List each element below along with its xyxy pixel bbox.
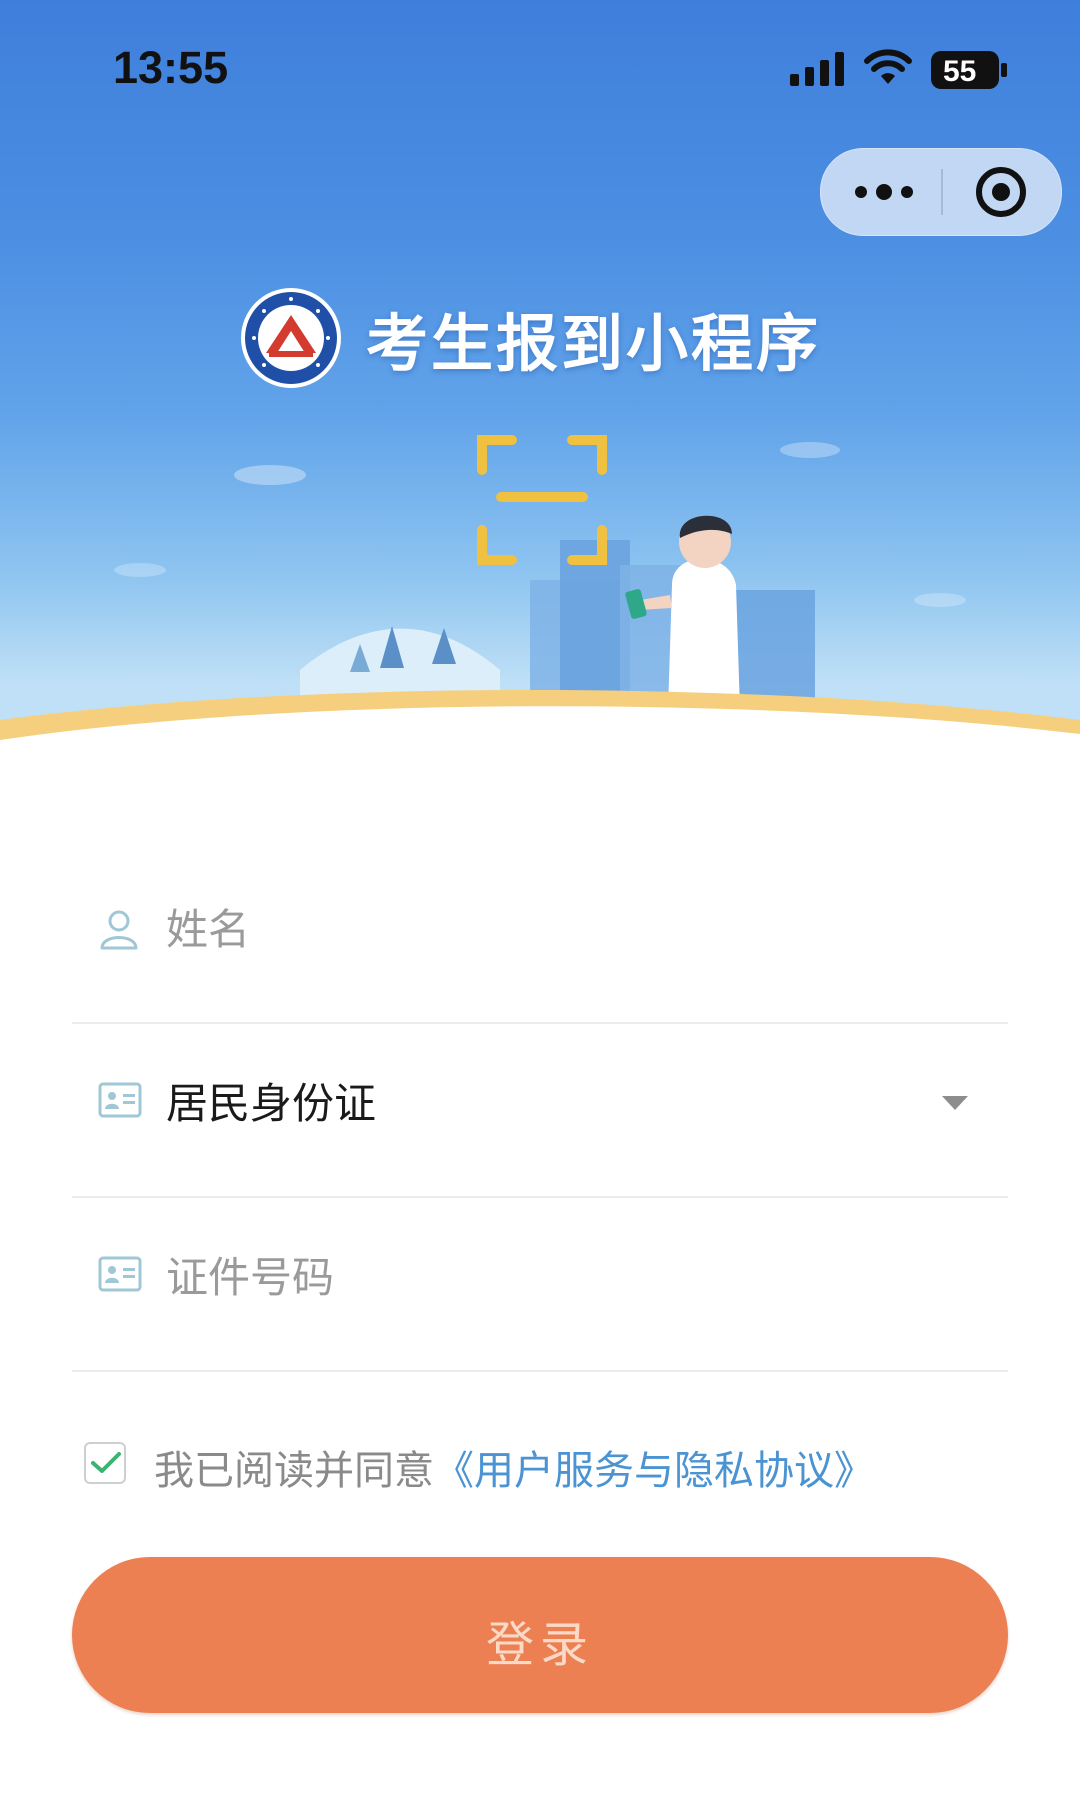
mini-program-capsule	[820, 148, 1062, 236]
more-menu-button[interactable]	[821, 149, 941, 235]
triangle-down-icon	[942, 1096, 968, 1110]
target-icon	[976, 167, 1026, 217]
more-dots-icon	[855, 184, 913, 200]
battery-icon: 55	[931, 51, 1007, 89]
user-icon	[100, 910, 138, 950]
status-bar: 13:55 55	[0, 0, 1080, 140]
id-type-value: 居民身份证	[166, 1079, 377, 1128]
exam-authority-seal-logo	[241, 288, 341, 388]
id-type-select[interactable]: 居民身份证	[72, 1024, 1008, 1198]
close-mini-program-button[interactable]	[942, 149, 1061, 235]
name-placeholder: 姓名	[166, 905, 251, 954]
app-title: 考生报到小程序	[366, 307, 822, 380]
id-number-placeholder: 证件号码	[166, 1253, 335, 1302]
login-button-label: 登录	[485, 1617, 594, 1673]
agreement-text: 我已阅读并同意《用户服务与隐私协议》	[154, 1438, 874, 1496]
signal-icon	[790, 52, 844, 86]
header-banner: 13:55 55 考生报到小程序	[0, 0, 1080, 760]
status-time: 13:55	[113, 42, 229, 93]
id-number-field[interactable]: 证件号码	[72, 1198, 1008, 1372]
privacy-agreement-link[interactable]: 《用户服务与隐私协议》	[434, 1448, 874, 1494]
id-card-icon	[98, 1082, 142, 1118]
wifi-icon	[864, 49, 912, 84]
id-card-icon	[98, 1256, 142, 1292]
login-button[interactable]: 登录	[72, 1557, 1008, 1713]
agreement-checkbox[interactable]	[84, 1442, 126, 1484]
agreement-prefix: 我已阅读并同意	[154, 1448, 434, 1494]
battery-level: 55	[943, 55, 976, 88]
header-wave	[0, 690, 1080, 760]
name-field[interactable]: 姓名	[72, 850, 1008, 1024]
agreement-row: 我已阅读并同意《用户服务与隐私协议》	[84, 1438, 1004, 1498]
checkmark-icon	[91, 1452, 121, 1473]
